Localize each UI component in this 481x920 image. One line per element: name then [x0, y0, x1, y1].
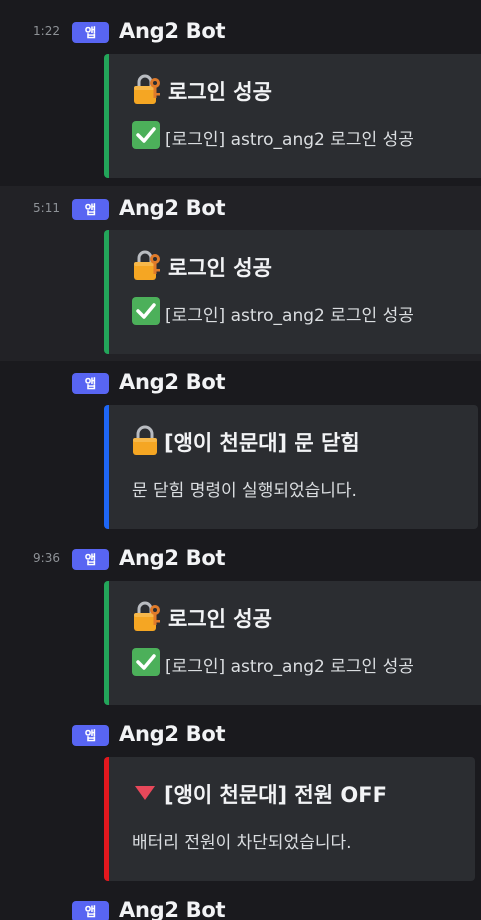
lock-icon [132, 424, 158, 461]
message: 앱 Ang2 Bot [0, 888, 481, 920]
message-header: 앱 Ang2 Bot [0, 718, 481, 752]
embed: 로그인 성공 [로그인] astro_ang2 로그인 성공 [104, 230, 481, 354]
message-header: 앱 Ang2 Bot [0, 894, 481, 920]
embed: [앵이 천문대] 문 닫힘 문 닫힘 명령이 실행되었습니다. [104, 405, 478, 529]
message: 앱 Ang2 Bot [앵이 천문대] 전원 OFF 배터리 전원이 차단되었습… [0, 712, 481, 888]
message: 앱 Ang2 Bot [앵이 천문대] 문 닫힘 문 닫힘 명령이 실행되었습니… [0, 361, 481, 536]
app-badge: 앱 [72, 725, 109, 746]
author-name[interactable]: Ang2 Bot [119, 898, 226, 920]
app-badge: 앱 [72, 901, 109, 920]
message-header: 1:22 앱 Ang2 Bot [0, 15, 481, 49]
app-badge: 앱 [72, 22, 109, 43]
embed-accent-bar [104, 581, 109, 705]
message: 1:22 앱 Ang2 Bot 로그인 성공 [로그인] astro_ang2 … [0, 0, 481, 186]
author-name[interactable]: Ang2 Bot [119, 722, 226, 746]
embed: [앵이 천문대] 전원 OFF 배터리 전원이 차단되었습니다. [104, 757, 475, 881]
author-name[interactable]: Ang2 Bot [119, 19, 226, 43]
check-mark-icon [132, 120, 160, 154]
red-down-triangle-icon [132, 779, 158, 810]
embed: 로그인 성공 [로그인] astro_ang2 로그인 성공 [104, 581, 481, 705]
lock-with-key-icon [132, 73, 162, 110]
embed-description-text: [로그인] astro_ang2 로그인 성공 [165, 305, 414, 326]
author-name[interactable]: Ang2 Bot [119, 546, 226, 570]
timestamp[interactable]: 9:36 [33, 551, 60, 565]
embed-title-text: 로그인 성공 [168, 607, 272, 631]
embed-title: 로그인 성공 [132, 601, 272, 635]
app-badge: 앱 [72, 199, 109, 220]
embed-description-text: 배터리 전원이 차단되었습니다. [132, 832, 352, 853]
embed-accent-bar [104, 757, 109, 881]
lock-with-key-icon [132, 600, 162, 637]
message-header: 앱 Ang2 Bot [0, 366, 481, 400]
message-header: 5:11 앱 Ang2 Bot [0, 192, 481, 226]
app-badge: 앱 [72, 549, 109, 570]
embed-accent-bar [104, 230, 109, 354]
embed-description-text: 문 닫힘 명령이 실행되었습니다. [132, 480, 357, 501]
message-header: 9:36 앱 Ang2 Bot [0, 542, 481, 576]
message: 9:36 앱 Ang2 Bot 로그인 성공 [로그인] astro_ang2 … [0, 536, 481, 718]
embed-title-text: 로그인 성공 [168, 256, 272, 280]
embed-description: [로그인] astro_ang2 로그인 성공 [132, 647, 414, 681]
lock-with-key-icon [132, 249, 162, 286]
embed-accent-bar [104, 405, 109, 529]
app-badge: 앱 [72, 373, 109, 394]
timestamp[interactable]: 1:22 [33, 24, 60, 38]
message: 5:11 앱 Ang2 Bot 로그인 성공 [로그인] astro_ang2 … [0, 186, 481, 361]
embed-title: [앵이 천문대] 전원 OFF [132, 777, 387, 811]
embed-description: 문 닫힘 명령이 실행되었습니다. [132, 473, 357, 503]
embed-title: 로그인 성공 [132, 250, 272, 284]
embed-description: 배터리 전원이 차단되었습니다. [132, 825, 352, 855]
embed-title-text: 로그인 성공 [168, 80, 272, 104]
embed-accent-bar [104, 54, 109, 178]
embed-title-text: [앵이 천문대] 전원 OFF [164, 783, 387, 807]
embed-description: [로그인] astro_ang2 로그인 성공 [132, 296, 414, 330]
embed: 로그인 성공 [로그인] astro_ang2 로그인 성공 [104, 54, 481, 178]
check-mark-icon [132, 296, 160, 330]
embed-description: [로그인] astro_ang2 로그인 성공 [132, 120, 414, 154]
author-name[interactable]: Ang2 Bot [119, 370, 226, 394]
embed-description-text: [로그인] astro_ang2 로그인 성공 [165, 656, 414, 677]
embed-title: 로그인 성공 [132, 74, 272, 108]
timestamp[interactable]: 5:11 [33, 201, 60, 215]
embed-title-text: [앵이 천문대] 문 닫힘 [164, 431, 360, 455]
check-mark-icon [132, 647, 160, 681]
embed-title: [앵이 천문대] 문 닫힘 [132, 425, 360, 459]
author-name[interactable]: Ang2 Bot [119, 196, 226, 220]
embed-description-text: [로그인] astro_ang2 로그인 성공 [165, 129, 414, 150]
